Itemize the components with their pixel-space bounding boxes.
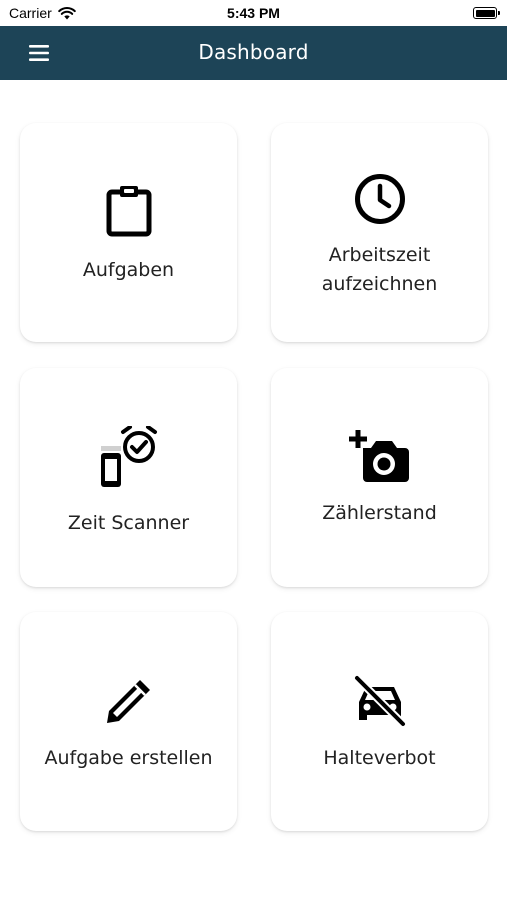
tile-halteverbot[interactable]: Halteverbot [271, 612, 488, 831]
add-camera-icon [348, 430, 409, 482]
tile-zaehlerstand[interactable]: Zählerstand [271, 368, 488, 587]
tile-aufgaben[interactable]: Aufgaben [20, 123, 237, 342]
no-car-icon [352, 674, 407, 728]
tile-label: Aufgabe erstellen [44, 747, 213, 769]
tile-aufgabe-erstellen[interactable]: Aufgabe erstellen [20, 612, 237, 831]
tile-label: Zeit Scanner [67, 512, 190, 534]
page-title: Dashboard [198, 40, 309, 64]
clipboard-icon [106, 186, 151, 237]
tile-label: Aufgaben [82, 259, 175, 281]
tile-zeit-scanner[interactable]: Zeit Scanner [20, 368, 237, 587]
pencil-icon [106, 680, 150, 723]
tile-arbeitszeit-aufzeichnen[interactable]: Arbeitszeit aufzeichnen [271, 123, 488, 342]
tile-label: Arbeitszeit aufzeichnen [321, 244, 438, 295]
tile-label: Zählerstand [322, 502, 437, 524]
status-bar: Carrier 5:43 PM [0, 0, 507, 26]
tile-label: Halteverbot [323, 747, 436, 769]
clock-icon [354, 174, 405, 224]
app-bar: Dashboard [0, 26, 507, 80]
status-time: 5:43 PM [227, 5, 280, 21]
phone-alarm-icon [100, 426, 157, 487]
battery-icon [473, 7, 500, 19]
